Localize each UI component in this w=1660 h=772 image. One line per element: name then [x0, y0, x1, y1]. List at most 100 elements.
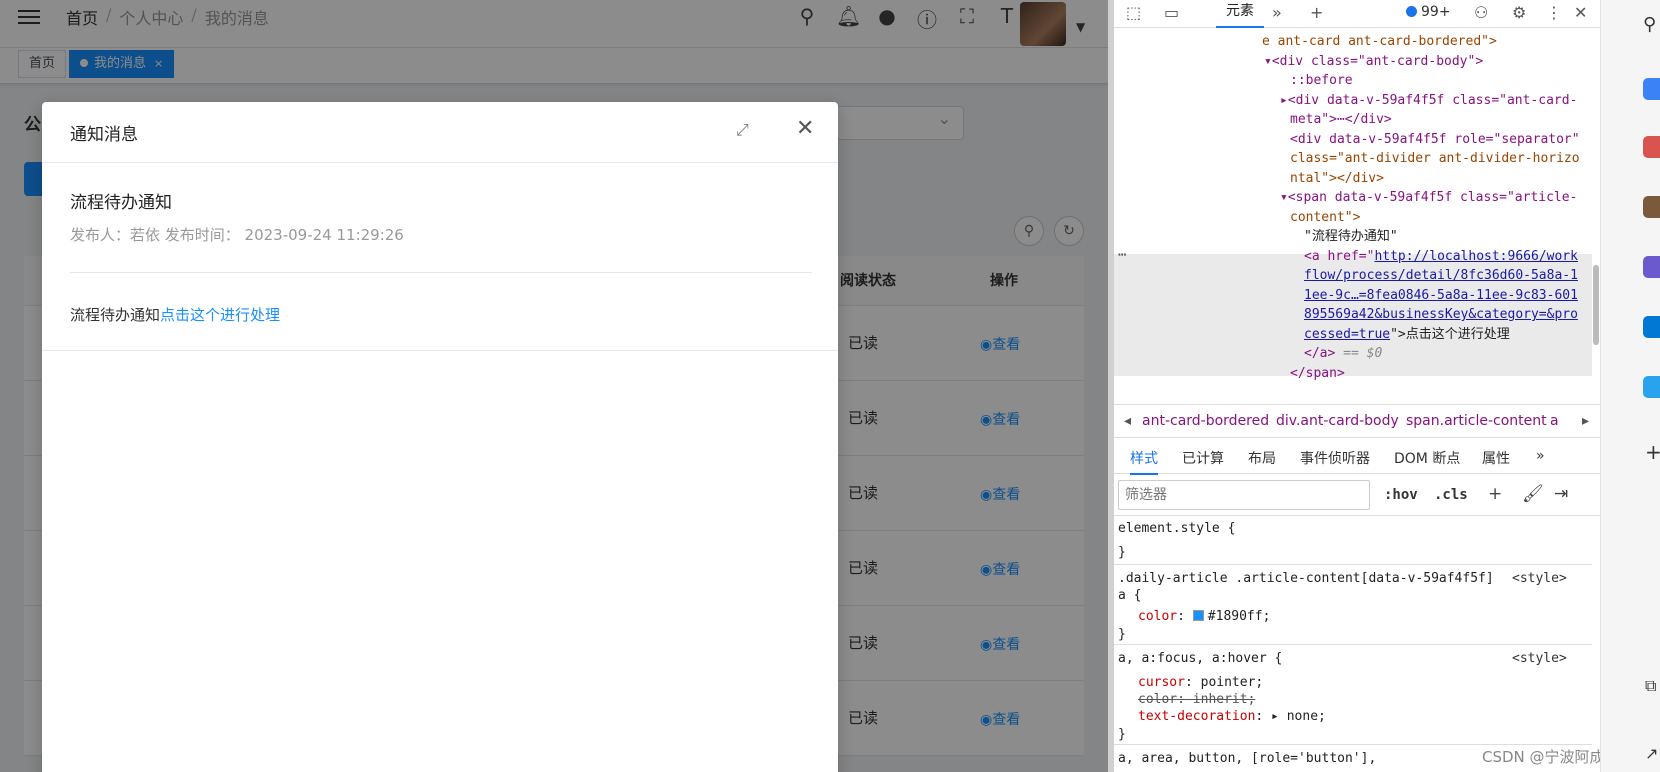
new-rule-icon[interactable]: +	[1488, 484, 1502, 504]
screen: 首页 / 个人中心 / 我的消息 ⚲ 🔔︎ ● ⓘ ⛶ T ▼ 首页 我的消息 ×	[0, 0, 1660, 772]
href-url[interactable]: 1ee-9c…=8fea0846-5a8a-11ee-9c83-601	[1304, 286, 1578, 306]
rule-close-brace: }	[1118, 627, 1126, 642]
dom-line[interactable]: </span>	[1290, 364, 1345, 384]
dom-scrollbar[interactable]	[1592, 60, 1600, 402]
screenshot-icon[interactable]: ⧉	[1645, 676, 1660, 698]
app-window: 首页 / 个人中心 / 我的消息 ⚲ 🔔︎ ● ⓘ ⛶ T ▼ 首页 我的消息 ×	[0, 0, 1108, 772]
rule-source-link[interactable]: <style>	[1512, 650, 1567, 668]
dollar-zero-marker: == $0	[1343, 346, 1383, 361]
rule-separator	[1114, 644, 1592, 645]
add-tab-icon[interactable]: +	[1310, 3, 1323, 22]
dom-line[interactable]: </a> == $0	[1304, 344, 1382, 364]
scrollbar-thumb[interactable]	[1593, 265, 1599, 345]
tab-elements[interactable]: 元素	[1216, 0, 1264, 28]
rule-selector[interactable]: a {	[1118, 587, 1141, 605]
dom-line-selected[interactable]: <a href="http://localhost:9666/work	[1304, 247, 1578, 267]
article-divider	[70, 272, 812, 273]
dom-line[interactable]: <div data-v-59af4f5f role="separator"	[1290, 130, 1580, 150]
toolbox-icon[interactable]	[1643, 136, 1660, 158]
dom-line[interactable]: ::before	[1290, 71, 1353, 91]
close-devtools-icon[interactable]: ✕	[1574, 3, 1587, 22]
crumb-item[interactable]: span.article-content	[1406, 413, 1547, 429]
paint-brush-icon[interactable]: 🖌︎	[1522, 484, 1544, 504]
modal-divider	[42, 350, 838, 351]
dom-line[interactable]: meta">⋯</div>	[1290, 110, 1392, 130]
inspect-icon[interactable]: ⬚	[1126, 3, 1141, 22]
rule-close-brace: }	[1118, 545, 1126, 560]
article-content: 流程待办通知点击这个进行处理	[70, 304, 280, 325]
dom-line[interactable]: e ant-card ant-card-bordered">	[1262, 32, 1497, 52]
dom-text-node[interactable]: "流程待办通知"	[1304, 227, 1398, 247]
href-url[interactable]: http://localhost:9666/work	[1374, 249, 1578, 264]
dom-line[interactable]: ▾<span data-v-59af4f5f class="article-	[1280, 188, 1577, 208]
rule-source-link[interactable]: <style>	[1512, 570, 1567, 588]
modal-title: 通知消息	[70, 125, 138, 145]
crumb-item[interactable]: a	[1550, 413, 1559, 429]
dom-line[interactable]: content">	[1290, 208, 1360, 228]
send-icon[interactable]	[1643, 376, 1660, 398]
styles-filter-input[interactable]: 筛选器	[1118, 480, 1370, 510]
css-rules: element.style { } .daily-article .articl…	[1114, 518, 1592, 772]
ellipsis-icon[interactable]: ⋯	[1118, 246, 1126, 266]
crumb-scroll-left-icon[interactable]: ◂	[1124, 413, 1131, 429]
href-url[interactable]: 895569a42&businessKey&category=&pro	[1304, 305, 1578, 325]
outlook-icon[interactable]	[1643, 316, 1660, 338]
node-breadcrumbs: ◂ ant-card-bordered div.ant-card-body sp…	[1114, 404, 1600, 438]
external-link-icon[interactable]: ↗	[1645, 744, 1660, 766]
article-meta: 发布人：若依 发布时间： 2023-09-24 11:29:26	[70, 226, 404, 244]
article-title: 流程待办通知	[70, 193, 172, 213]
css-declaration[interactable]: color: #1890ff;	[1138, 608, 1270, 626]
color-swatch-icon[interactable]	[1192, 610, 1204, 621]
rule-selector[interactable]: a, area, button, [role='button'],	[1118, 750, 1376, 768]
hov-button[interactable]: :hov	[1384, 487, 1418, 503]
toggle-sidebar-icon[interactable]: ⇥	[1554, 484, 1568, 504]
dom-line[interactable]: ntal"></div>	[1290, 169, 1384, 189]
css-declaration[interactable]: cursor: pointer;	[1138, 674, 1263, 692]
rule-selector[interactable]: .daily-article .article-content[data-v-5…	[1118, 570, 1494, 588]
href-url[interactable]: flow/process/detail/8fc36d60-5a8a-1	[1304, 266, 1578, 286]
issues-badge[interactable]: 99+	[1406, 4, 1451, 20]
crumb-item[interactable]: ant-card-bordered	[1142, 413, 1269, 429]
more-tabs-icon[interactable]: »	[1536, 448, 1545, 464]
css-declaration-overridden[interactable]: color: inherit;	[1138, 691, 1255, 709]
rule-separator	[1114, 564, 1592, 565]
rule-selector[interactable]: a, a:focus, a:hover {	[1118, 650, 1282, 668]
rule-separator	[1114, 744, 1592, 745]
dom-line[interactable]: cessed=true">点击这个进行处理	[1304, 325, 1510, 345]
rule-close-brace: }	[1118, 727, 1126, 742]
tab-dom-breakpoints[interactable]: DOM 断点	[1394, 448, 1460, 468]
modal-header: 通知消息 ⤢ ✕	[42, 102, 838, 163]
connect-icon[interactable]: ⚇	[1474, 3, 1488, 22]
kebab-menu-icon[interactable]: ⋮	[1546, 3, 1562, 22]
close-icon[interactable]: ✕	[796, 116, 814, 141]
games-icon[interactable]	[1643, 196, 1660, 218]
device-toggle-icon[interactable]: ▭	[1164, 3, 1179, 22]
dom-line[interactable]: ▸<div data-v-59af4f5f class="ant-card-	[1280, 91, 1577, 111]
search-icon[interactable]: ⚲	[1643, 14, 1660, 36]
copilot-icon[interactable]	[1643, 78, 1660, 100]
more-tabs-icon[interactable]: »	[1272, 3, 1282, 22]
css-declaration[interactable]: text-decoration: ▸ none;	[1138, 708, 1326, 726]
office-icon[interactable]	[1643, 256, 1660, 278]
crumb-scroll-right-icon[interactable]: ▸	[1582, 413, 1589, 429]
crumb-item[interactable]: div.ant-card-body	[1276, 413, 1399, 429]
styles-filter-row: 筛选器 :hov .cls + 🖌︎ ⇥	[1114, 476, 1600, 516]
watermark: CSDN @宁波阿成	[1482, 748, 1605, 766]
cls-button[interactable]: .cls	[1434, 487, 1468, 503]
tab-computed[interactable]: 已计算	[1182, 448, 1224, 468]
tab-styles[interactable]: 样式	[1130, 448, 1158, 475]
dom-line[interactable]: class="ant-divider ant-divider-horizo	[1290, 149, 1580, 169]
tab-layout[interactable]: 布局	[1248, 448, 1276, 468]
devtools-toolbar: ⬚ ▭ 元素 » + 99+ ⚇ ⚙ ⋮ ✕	[1114, 0, 1600, 28]
browser-sidebar: ⚲ + ⧉ ↗	[1600, 0, 1660, 772]
styles-tabbar: 样式 已计算 布局 事件侦听器 DOM 断点 属性 »	[1114, 440, 1600, 475]
add-icon[interactable]: +	[1645, 440, 1660, 464]
expand-icon[interactable]: ⤢	[736, 120, 749, 140]
gear-icon[interactable]: ⚙	[1512, 3, 1526, 22]
dom-tree: ⋯ e ant-card ant-card-bordered"> ▾<div c…	[1114, 28, 1600, 402]
dom-line[interactable]: ▾<div class="ant-card-body">	[1264, 52, 1483, 72]
tab-event-listeners[interactable]: 事件侦听器	[1300, 448, 1370, 468]
rule-element-style[interactable]: element.style {	[1118, 520, 1235, 538]
tab-properties[interactable]: 属性	[1482, 448, 1510, 468]
process-link[interactable]: 点击这个进行处理	[160, 306, 280, 324]
